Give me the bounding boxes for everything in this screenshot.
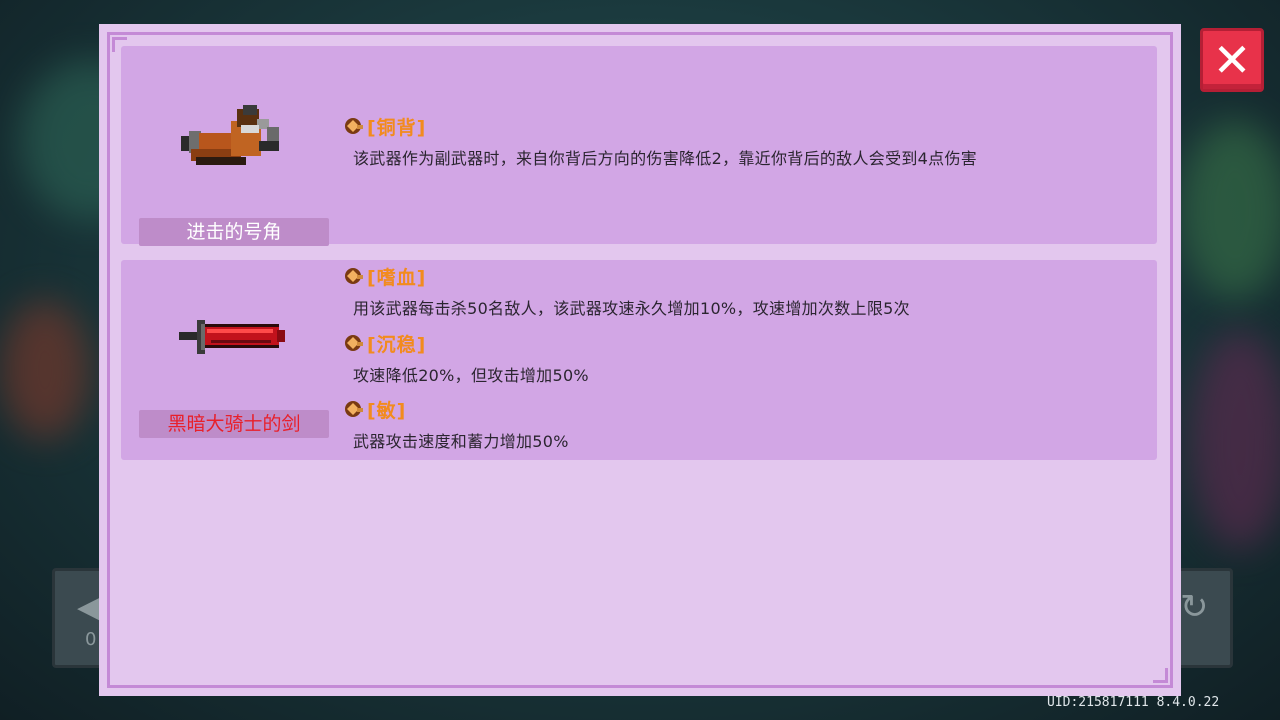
close-button[interactable]: ✕ xyxy=(1200,28,1264,92)
trait-entry: [铜背] 该武器作为副武器时，来自你背后方向的伤害降低2，靠近你背后的敌人会受到… xyxy=(343,114,977,169)
trait-description: 用该武器每击杀50名敌人，该武器攻速永久增加10%，攻速增加次数上限5次 xyxy=(353,299,910,318)
weapon-traits-panel: 进击的号角 [铜背] 该武器作为副武器时，来自你背后方向的伤害降低2，靠近你背后… xyxy=(99,24,1181,696)
horn-icon xyxy=(181,105,279,165)
weapon-name: 黑暗大骑士的剑 xyxy=(139,410,329,438)
trait-description: 攻速降低20%，但攻击增加50% xyxy=(353,366,589,385)
weapon-card: 黑暗大骑士的剑 [嗜血] 用该武器每击杀50名敌人，该武器攻速永久增加10%，攻… xyxy=(121,260,1157,460)
background-creature xyxy=(0,300,90,440)
background-foliage xyxy=(1180,120,1280,300)
trait-name: [敏] xyxy=(367,399,407,422)
trait-name: [沉稳] xyxy=(367,333,427,356)
trait-entry: [敏] 武器攻击速度和蓄力增加50% xyxy=(343,397,569,452)
trait-description: 武器攻击速度和蓄力增加50% xyxy=(353,432,569,451)
weapon-card: 进击的号角 [铜背] 该武器作为副武器时，来自你背后方向的伤害降低2，靠近你背后… xyxy=(121,46,1157,246)
trait-gem-icon xyxy=(345,335,363,351)
trait-description: 该武器作为副武器时，来自你背后方向的伤害降低2，靠近你背后的敌人会受到4点伤害 xyxy=(353,149,978,168)
previous-count: 0 xyxy=(85,629,97,650)
uid-version-label: UID:215817111 8.4.0.22 xyxy=(1047,695,1220,710)
trait-entry: [沉稳] 攻速降低20%，但攻击增加50% xyxy=(343,331,589,386)
trait-name: [嗜血] xyxy=(367,266,427,289)
background-creature xyxy=(1190,330,1280,550)
weapon-name: 进击的号角 xyxy=(139,218,329,246)
sword-icon xyxy=(179,320,285,354)
trait-name: [铜背] xyxy=(367,116,427,139)
frame-corner xyxy=(1153,668,1168,683)
trait-gem-icon xyxy=(345,118,363,134)
close-icon: ✕ xyxy=(1212,33,1252,87)
trait-gem-icon xyxy=(345,401,363,417)
trait-gem-icon xyxy=(345,268,363,284)
refresh-icon: ↻ xyxy=(1180,587,1209,627)
trait-entry: [嗜血] 用该武器每击杀50名敌人，该武器攻速永久增加10%，攻速增加次数上限5… xyxy=(343,264,910,319)
